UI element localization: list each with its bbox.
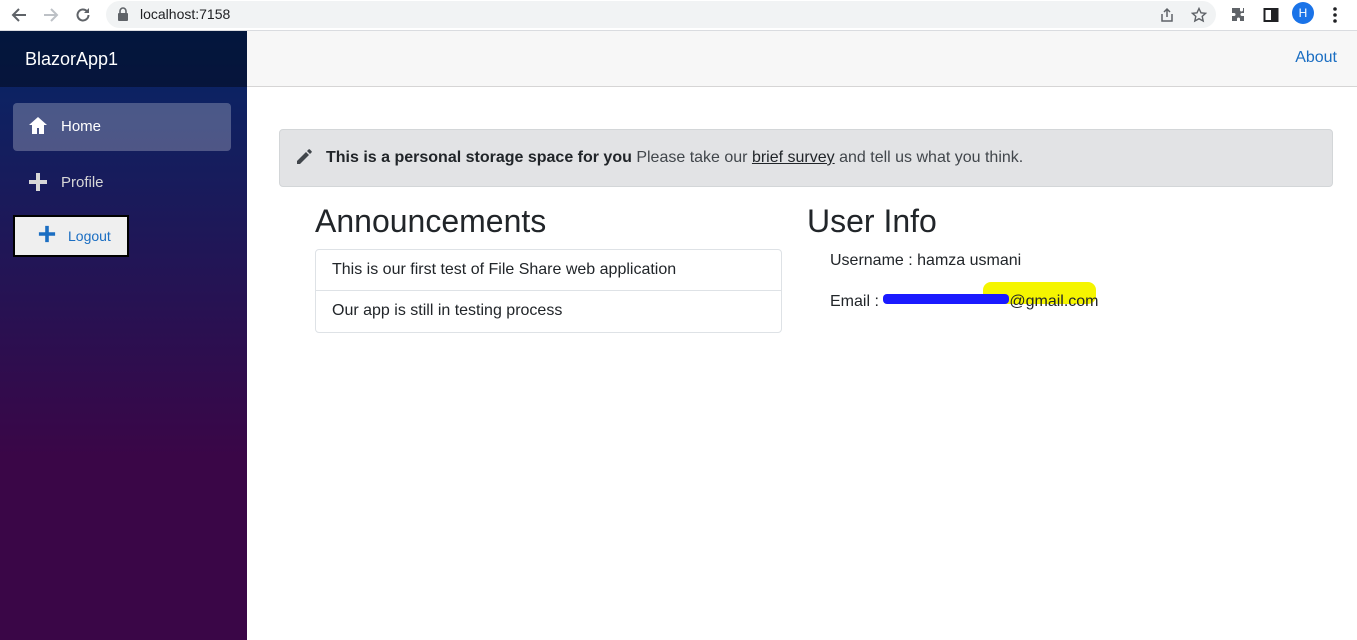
extensions-icon[interactable] (1226, 2, 1252, 28)
brief-survey-link[interactable]: brief survey (752, 149, 835, 166)
forward-icon[interactable] (38, 2, 64, 28)
plus-icon (38, 225, 56, 246)
username-line: Username : hamza usmani (830, 252, 1022, 269)
alert-text-before-link: Please take our (631, 149, 752, 166)
sidebar-item-label: Home (61, 118, 102, 135)
top-row: About (247, 31, 1357, 87)
brand-title[interactable]: BlazorApp1 (25, 49, 118, 70)
more-menu-icon[interactable] (1322, 2, 1348, 28)
list-item: Our app is still in testing process (332, 302, 563, 319)
address-bar[interactable]: localhost:7158 (106, 1, 1216, 28)
logout-button[interactable]: Logout (13, 215, 129, 257)
brand-bar: BlazorApp1 (0, 31, 247, 87)
alert-bold-text: This is a personal storage space for you (326, 149, 632, 166)
share-icon[interactable] (1156, 4, 1178, 26)
sidebar-item-label: Profile (61, 174, 104, 191)
reload-icon[interactable] (70, 2, 96, 28)
announcements-list: This is our first test of File Share web… (315, 249, 782, 333)
browser-toolbar: localhost:7158 H (0, 0, 1357, 31)
about-link[interactable]: About (1295, 49, 1337, 67)
star-icon[interactable] (1188, 4, 1210, 26)
side-panel-icon[interactable] (1258, 2, 1284, 28)
sidebar-item-profile[interactable]: Profile (13, 159, 231, 207)
user-info-title: User Info (807, 203, 937, 239)
profile-avatar[interactable]: H (1292, 2, 1314, 24)
back-icon[interactable] (6, 2, 32, 28)
email-label: Email : (830, 293, 884, 310)
survey-alert: This is a personal storage space for you… (279, 129, 1333, 187)
lock-icon (117, 7, 129, 26)
plus-icon (28, 172, 48, 192)
alert-text-after-link: and tell us what you think. (834, 149, 1024, 166)
sidebar-item-home[interactable]: Home (13, 103, 231, 151)
pencil-icon (295, 148, 313, 171)
redacted-email-mark (883, 282, 1097, 308)
home-icon (28, 116, 48, 136)
list-item: This is our first test of File Share web… (316, 250, 781, 291)
logout-label: Logout (68, 228, 111, 244)
announcements-title: Announcements (315, 203, 547, 239)
url-text: localhost:7158 (140, 6, 231, 22)
email-line: Email : @gmail.com (830, 282, 1099, 311)
email-suffix: @gmail.com (1009, 293, 1099, 310)
alert-text: This is a personal storage space for you… (326, 149, 1023, 167)
sidebar: BlazorApp1 Home Profile Logout (0, 31, 247, 640)
